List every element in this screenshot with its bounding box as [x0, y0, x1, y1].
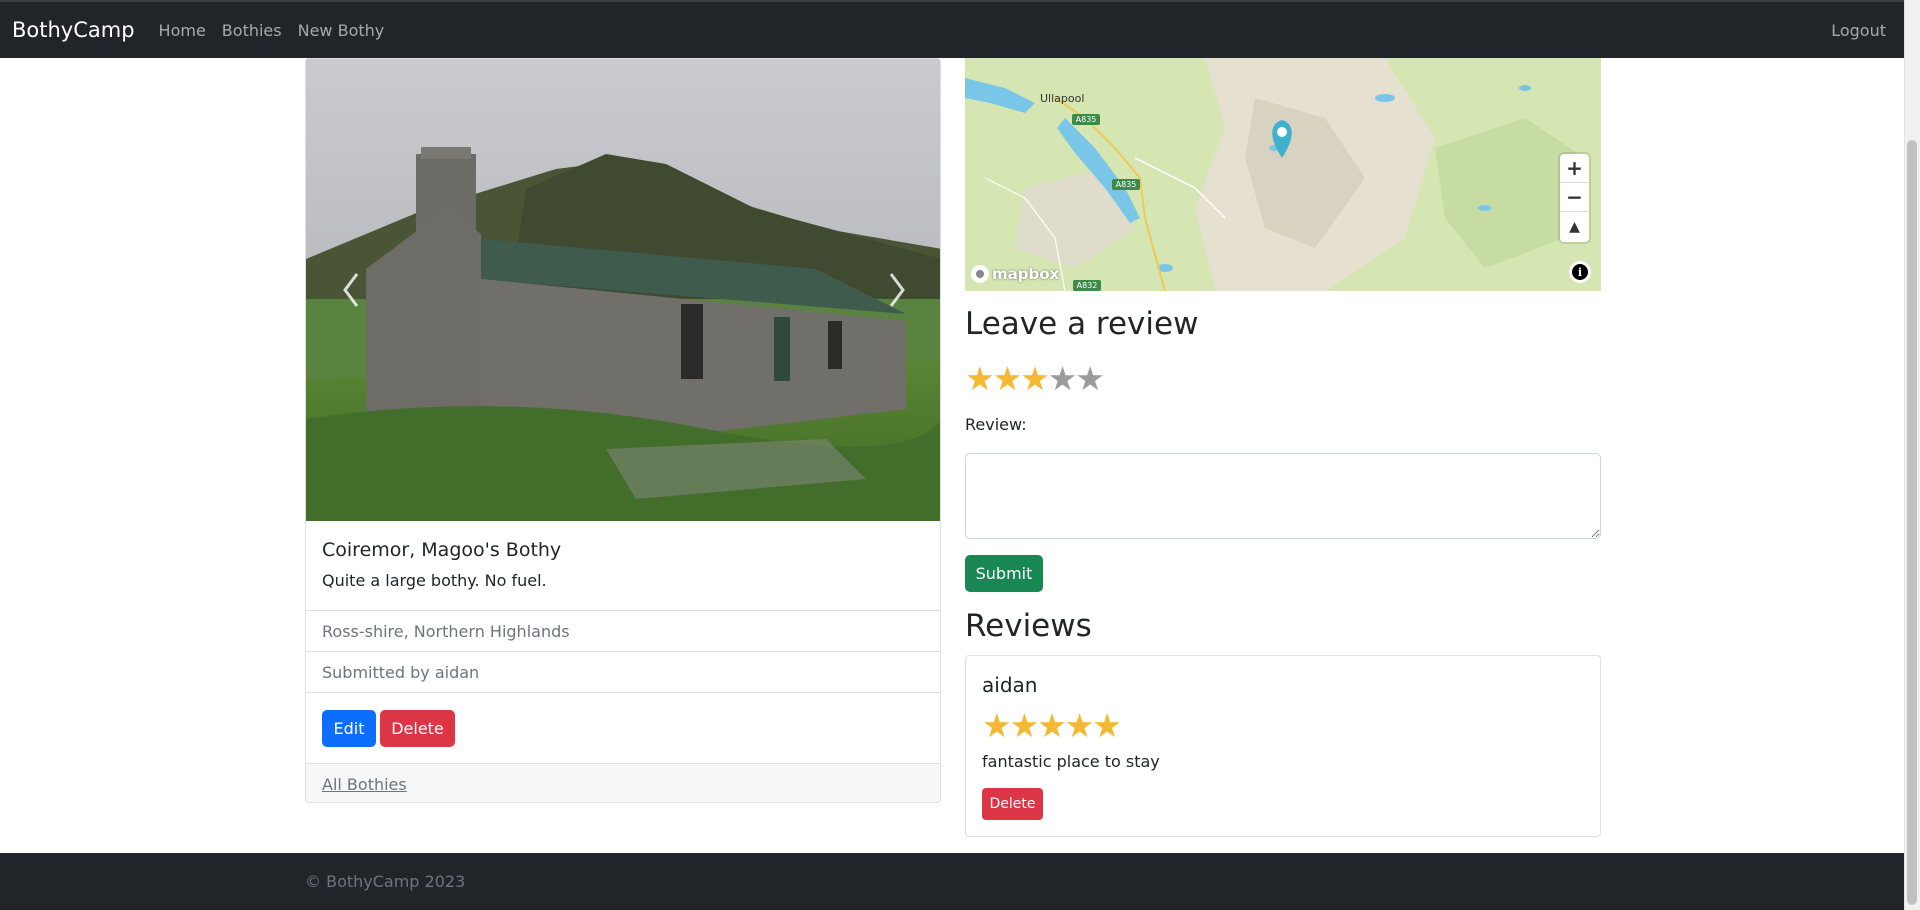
bothy-location: Ross-shire, Northern Highlands [306, 611, 940, 652]
mapbox-logo-text: mapbox [992, 265, 1060, 283]
image-carousel [306, 59, 940, 521]
submit-review-button[interactable]: Submit [965, 555, 1043, 592]
nav-link-bothies[interactable]: Bothies [222, 21, 282, 40]
star-icon: ★ [1064, 706, 1095, 745]
bothy-photo [306, 59, 940, 521]
scrollbar-thumb[interactable] [1907, 140, 1917, 905]
card-actions: Edit Delete [306, 693, 940, 764]
bothy-description: Quite a large bothy. No fuel. [322, 571, 547, 590]
star-icon: ★ [1009, 706, 1040, 745]
map-controls: + − ▲ [1560, 154, 1589, 242]
card-body: Coiremor, Magoo's Bothy Quite a large bo… [306, 521, 940, 611]
carousel-prev-button[interactable] [306, 59, 396, 521]
page-scrollbar[interactable] [1904, 0, 1920, 910]
star-icon[interactable]: ★ [1075, 362, 1105, 395]
card-footer: All Bothies [306, 764, 940, 802]
edit-button[interactable]: Edit [322, 709, 376, 747]
star-icon: ★ [982, 706, 1012, 745]
delete-review-button[interactable]: Delete [982, 788, 1043, 820]
star-icon: ★ [1092, 706, 1122, 745]
chevron-right-icon [889, 273, 905, 307]
svg-text:Ullapool: Ullapool [1040, 92, 1084, 105]
location-map[interactable]: A835 A835 A832 Ullapool + − ▲ mapbox i [965, 58, 1601, 291]
chevron-left-icon [343, 273, 359, 307]
svg-text:A835: A835 [1076, 115, 1097, 124]
all-bothies-link[interactable]: All Bothies [322, 775, 407, 794]
brand-link[interactable]: BothyCamp [12, 18, 135, 42]
svg-text:A832: A832 [1077, 281, 1098, 290]
review-card: aidan ★ ★ ★ ★ ★ fantastic place to stay Dele… [965, 655, 1601, 837]
carousel-next-button[interactable] [852, 59, 940, 521]
star-icon[interactable]: ★ [1048, 362, 1078, 395]
bothy-title: Coiremor, Magoo's Bothy [322, 539, 562, 561]
review-author: aidan [982, 673, 1038, 697]
star-icon: ★ [1037, 706, 1067, 745]
compass-button[interactable]: ▲ [1560, 212, 1589, 241]
star-icon[interactable]: ★ [965, 362, 995, 395]
delete-bothy-button[interactable]: Delete [380, 709, 455, 747]
navbar: BothyCamp Home Bothies New Bothy Logout [0, 0, 1904, 58]
zoom-out-button[interactable]: − [1560, 183, 1589, 212]
attribution-info-button[interactable]: i [1569, 261, 1591, 283]
star-icon[interactable]: ★ [1020, 362, 1050, 395]
map-canvas: A835 A835 A832 Ullapool [965, 58, 1601, 291]
leave-review-heading: Leave a review [965, 306, 1199, 342]
nav-link-logout[interactable]: Logout [1831, 21, 1886, 40]
review-label: Review: [965, 415, 1027, 434]
rating-input[interactable]: ★ ★ ★ ★ ★ [965, 362, 1105, 395]
reviews-heading: Reviews [965, 608, 1092, 644]
svg-text:A835: A835 [1116, 180, 1137, 189]
review-text: fantastic place to stay [982, 752, 1160, 771]
star-icon[interactable]: ★ [993, 362, 1023, 395]
footer: © BothyCamp 2023 [0, 853, 1904, 910]
zoom-in-button[interactable]: + [1560, 154, 1589, 183]
mapbox-logo-icon [971, 265, 989, 283]
mapbox-logo[interactable]: mapbox [971, 265, 1059, 283]
footer-copyright: © BothyCamp 2023 [305, 872, 466, 891]
nav-link-new-bothy[interactable]: New Bothy [298, 21, 385, 40]
info-icon: i [1572, 264, 1588, 280]
bothy-card: Coiremor, Magoo's Bothy Quite a large bo… [305, 58, 941, 803]
nav-link-home[interactable]: Home [159, 21, 206, 40]
review-rating: ★ ★ ★ ★ ★ [982, 706, 1122, 745]
bothy-submitted-by: Submitted by aidan [306, 652, 940, 693]
review-textarea[interactable] [965, 453, 1601, 539]
